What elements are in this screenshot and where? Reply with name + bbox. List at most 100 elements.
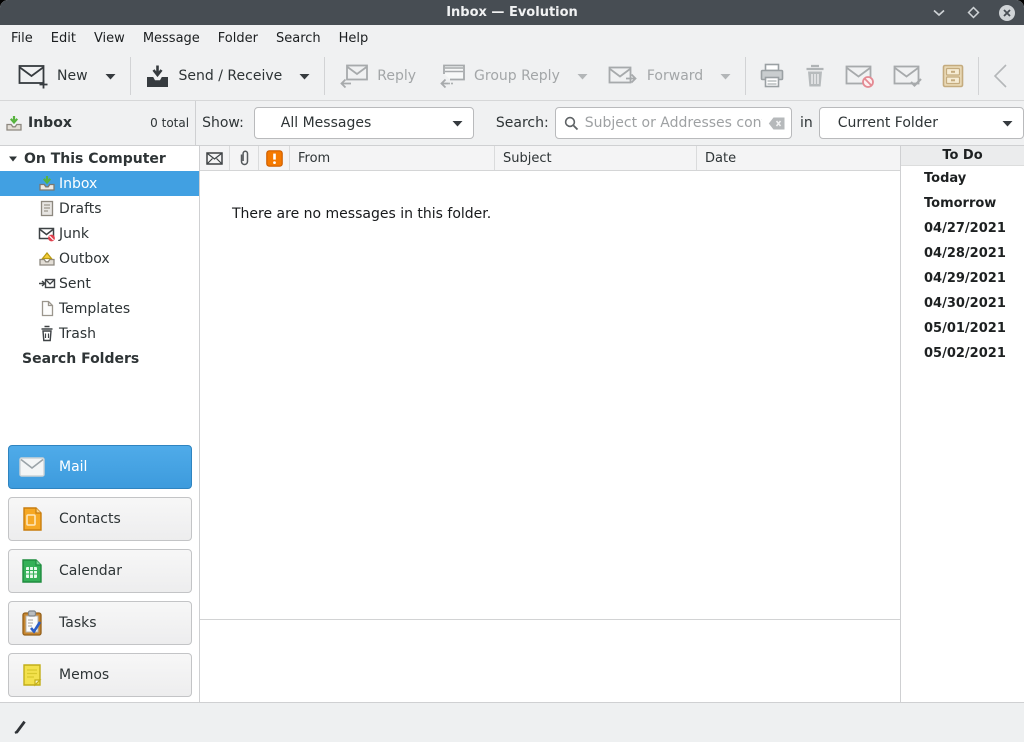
group-reply-dropdown-icon[interactable] [577, 73, 588, 80]
switcher-tasks-button[interactable]: Tasks [8, 601, 192, 645]
evolution-window: Inbox — Evolution File Edit View Message… [0, 0, 1024, 742]
message-status-icon [206, 152, 223, 165]
not-junk-button[interactable] [884, 56, 932, 96]
window-title: Inbox — Evolution [446, 5, 578, 20]
todo-row-date[interactable]: 04/30/2021 [901, 291, 1024, 316]
new-message-button[interactable]: New [8, 56, 126, 96]
contacts-icon [19, 506, 45, 532]
search-scope-dropdown[interactable]: Current Folder [819, 107, 1024, 139]
todo-row-today[interactable]: Today [901, 166, 1024, 191]
forward-button[interactable]: Forward [598, 56, 741, 96]
search-icon [564, 116, 579, 131]
group-reply-button[interactable]: Group Reply [426, 56, 598, 96]
menu-folder[interactable]: Folder [209, 27, 267, 50]
show-label: Show: [202, 115, 244, 131]
folder-label: Inbox [59, 176, 97, 192]
todo-row-date[interactable]: 04/27/2021 [901, 216, 1024, 241]
show-filter-dropdown[interactable]: All Messages [254, 107, 474, 139]
chevron-down-icon [452, 120, 463, 127]
menu-file[interactable]: File [2, 27, 42, 50]
switcher-mail-button[interactable]: Mail [8, 445, 192, 489]
sidebar-folder-outbox[interactable]: Outbox [0, 246, 199, 271]
folder-summary: Inbox 0 total [0, 101, 196, 145]
switcher-calendar-button[interactable]: Calendar [8, 549, 192, 593]
column-date[interactable]: Date [697, 146, 900, 170]
junk-button[interactable] [836, 56, 884, 96]
close-icon[interactable] [998, 4, 1016, 22]
current-folder-name: Inbox [28, 115, 72, 131]
folder-label: Templates [59, 301, 130, 317]
titlebar[interactable]: Inbox — Evolution [0, 0, 1024, 25]
menu-view[interactable]: View [85, 27, 134, 50]
sidebar-folder-trash[interactable]: Trash [0, 321, 199, 346]
account-on-this-computer[interactable]: On This Computer [0, 146, 199, 171]
send-receive-label: Send / Receive [179, 68, 283, 84]
preview-pane-splitter[interactable] [200, 619, 900, 620]
pen-status-icon [13, 719, 28, 734]
templates-icon [38, 301, 56, 317]
maximize-icon[interactable] [964, 4, 982, 22]
sidebar-folder-drafts[interactable]: Drafts [0, 196, 199, 221]
column-from[interactable]: From [290, 146, 495, 170]
minimize-icon[interactable] [930, 4, 948, 22]
drafts-icon [38, 201, 56, 217]
switcher-contacts-button[interactable]: Contacts [8, 497, 192, 541]
search-scope-value: Current Folder [838, 115, 938, 131]
todo-row-tomorrow[interactable]: Tomorrow [901, 191, 1024, 216]
show-filter-value: All Messages [281, 115, 371, 131]
forward-dropdown-icon[interactable] [720, 73, 731, 80]
menu-search[interactable]: Search [267, 27, 330, 50]
archive-icon [941, 63, 965, 89]
status-bar [0, 702, 1024, 742]
print-button[interactable] [750, 56, 794, 96]
toolbar: New Send / Receive Reply Gr [0, 52, 1024, 101]
menu-edit[interactable]: Edit [42, 27, 85, 50]
menu-help[interactable]: Help [330, 27, 378, 50]
expander-icon[interactable] [8, 154, 18, 164]
sidebar-folder-sent[interactable]: Sent [0, 271, 199, 296]
switcher-memos-button[interactable]: Memos [8, 653, 192, 697]
search-label: Search: [496, 115, 549, 131]
message-list-pane: From Subject Date There are no messages … [200, 146, 900, 702]
new-dropdown-icon[interactable] [105, 73, 116, 80]
column-subject[interactable]: Subject [495, 146, 697, 170]
send-receive-dropdown-icon[interactable] [299, 73, 310, 80]
column-message-status[interactable] [200, 146, 230, 170]
sidebar-folder-inbox[interactable]: Inbox [0, 171, 199, 196]
empty-folder-message: There are no messages in this folder. [232, 206, 491, 222]
forward-icon [608, 64, 638, 89]
archive-button[interactable] [932, 56, 974, 96]
in-label: in [800, 115, 813, 131]
todo-header: To Do [901, 146, 1024, 166]
reply-button[interactable]: Reply [329, 56, 426, 96]
column-label: Subject [503, 151, 552, 166]
attachment-icon [239, 150, 250, 166]
switcher-label: Mail [59, 459, 87, 475]
trash-icon [38, 326, 56, 342]
column-attachment[interactable] [230, 146, 259, 170]
todo-row-date[interactable]: 05/01/2021 [901, 316, 1024, 341]
toolbar-separator [130, 57, 131, 95]
print-icon [759, 63, 785, 89]
todo-row-date[interactable]: 04/28/2021 [901, 241, 1024, 266]
delete-button[interactable] [794, 56, 836, 96]
folder-label: Junk [59, 226, 89, 242]
sidebar-folder-templates[interactable]: Templates [0, 296, 199, 321]
menu-message[interactable]: Message [134, 27, 209, 50]
toolbar-separator [324, 57, 325, 95]
account-label: On This Computer [24, 151, 166, 167]
folder-label: Trash [59, 326, 96, 342]
sidebar-folder-junk[interactable]: Junk [0, 221, 199, 246]
back-chevron-icon [992, 63, 1008, 89]
todo-row-date[interactable]: 05/02/2021 [901, 341, 1024, 366]
search-input[interactable] [585, 115, 762, 131]
folder-sidebar: On This Computer Inbox Drafts Junk [0, 146, 200, 702]
clear-search-icon[interactable] [768, 117, 785, 130]
todo-row-date[interactable]: 04/29/2021 [901, 266, 1024, 291]
tasks-icon [19, 610, 45, 636]
memos-icon [19, 662, 45, 688]
search-folders-section[interactable]: Search Folders [0, 346, 199, 371]
back-button[interactable] [983, 56, 1017, 96]
send-receive-button[interactable]: Send / Receive [135, 56, 321, 96]
column-important[interactable] [259, 146, 290, 170]
